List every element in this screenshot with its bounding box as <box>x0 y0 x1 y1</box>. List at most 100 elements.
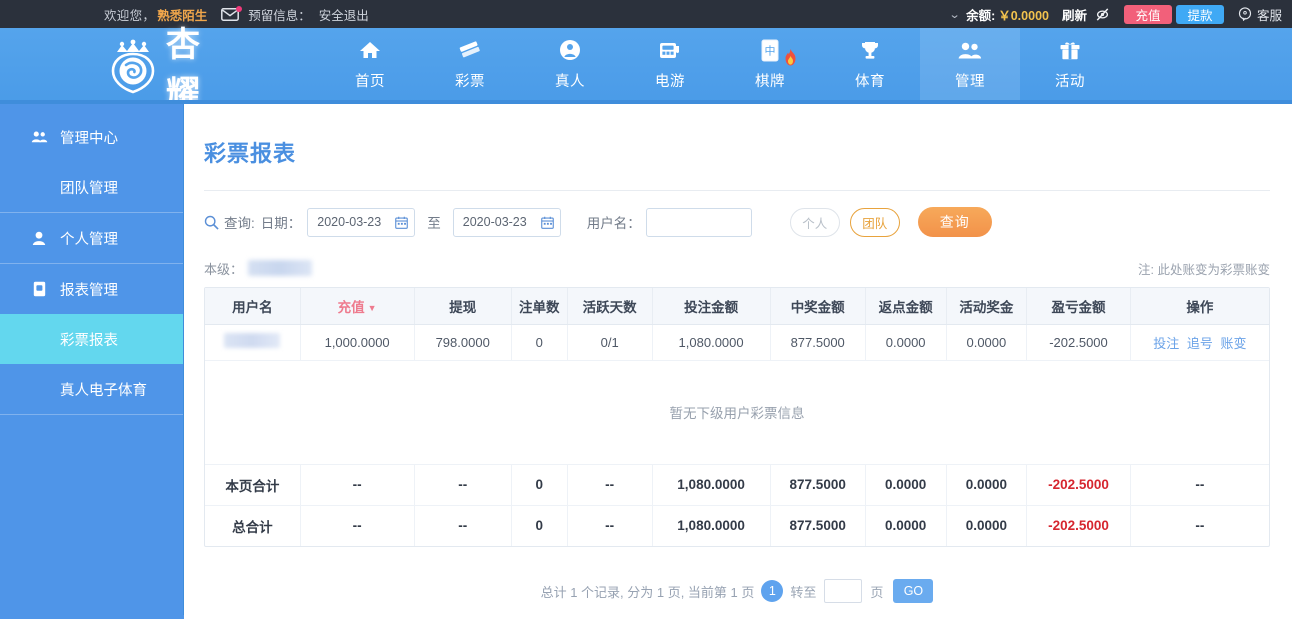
top-bar-left: 欢迎您， 熟悉陌生 预留信息： 安全退出 <box>104 5 369 24</box>
date-label: 日期： <box>260 216 302 231</box>
sum-total-bonus: 0.0000 <box>946 505 1028 546</box>
mail-icon[interactable] <box>221 5 243 21</box>
welcome-label: 欢迎您， <box>104 8 156 23</box>
sum-page-withdraw: -- <box>414 464 512 506</box>
cell-bet-count: 0 <box>511 324 568 361</box>
col-recharge[interactable]: 充值 ▼ <box>300 288 415 325</box>
op-bet-link[interactable]: 投注 <box>1153 336 1179 351</box>
refresh-button[interactable]: 刷新 <box>1062 5 1087 24</box>
customer-service-button[interactable]: 客服 <box>1238 5 1282 24</box>
chevron-down-icon[interactable]: ⌄ <box>948 8 960 21</box>
query-label: 查询: <box>224 216 255 231</box>
sum-page-bet-count: 0 <box>511 464 568 506</box>
customer-service-label: 客服 <box>1256 8 1282 23</box>
table-row: 1,000.0000 798.0000 0 0/1 1,080.0000 877… <box>205 324 1269 361</box>
cell-recharge: 1,000.0000 <box>300 324 415 361</box>
sum-page-win-amount: 877.5000 <box>770 464 866 506</box>
eye-off-icon[interactable] <box>1095 7 1110 22</box>
col-active-days[interactable]: 活跃天数 <box>567 288 653 325</box>
col-rebate[interactable]: 返点金额 <box>865 288 947 325</box>
logout-link[interactable]: 安全退出 <box>319 5 369 24</box>
op-account-change-link[interactable]: 账变 <box>1221 336 1247 351</box>
sum-total-win-amount: 877.5000 <box>770 505 866 546</box>
sum-total-recharge: -- <box>300 505 415 546</box>
pagination-jump-input[interactable] <box>824 579 863 603</box>
nav-item-promotions[interactable]: 活动 <box>1020 28 1120 104</box>
col-bet-count[interactable]: 注单数 <box>511 288 568 325</box>
recharge-button[interactable]: 充值 <box>1123 4 1172 24</box>
svg-text:中: 中 <box>765 44 776 57</box>
nav-item-live[interactable]: 真人 <box>520 28 620 104</box>
sum-total-rebate: 0.0000 <box>865 505 947 546</box>
date-to-value: 2020-03-23 <box>462 215 527 229</box>
col-bonus[interactable]: 活动奖金 <box>946 288 1028 325</box>
sum-total-bet-count: 0 <box>511 505 568 546</box>
cell-profit: -202.5000 <box>1026 324 1131 361</box>
query-button[interactable]: 查询 <box>917 207 992 237</box>
cell-username <box>205 324 301 361</box>
pagination-current-page[interactable]: 1 <box>761 580 784 602</box>
col-username[interactable]: 用户名 <box>205 288 301 325</box>
sidebar-group-report-management: 报表管理 彩票报表 真人电子体育 <box>0 264 183 415</box>
nav-label-egame: 电游 <box>655 74 685 90</box>
toggle-team-button[interactable]: 团队 <box>849 207 900 237</box>
col-bet-amount[interactable]: 投注金额 <box>652 288 771 325</box>
nav-label-lottery: 彩票 <box>455 74 485 90</box>
sum-page-rebate: 0.0000 <box>865 464 947 506</box>
report-icon <box>28 281 50 297</box>
cell-bet-amount: 1,080.0000 <box>652 324 771 361</box>
withdraw-button[interactable]: 提款 <box>1175 4 1224 24</box>
sidebar-item-report-management[interactable]: 报表管理 <box>0 264 183 314</box>
nav-item-home[interactable]: 首页 <box>320 28 420 104</box>
nav-item-egame[interactable]: 电游 <box>620 28 720 104</box>
sum-page-bet-amount: 1,080.0000 <box>652 464 771 506</box>
cell-operations: 投注 追号 账变 <box>1130 324 1269 361</box>
level-value-masked <box>248 260 313 276</box>
nav-item-chess[interactable]: 中 棋牌 <box>720 28 820 104</box>
nav-item-sports[interactable]: 体育 <box>820 28 920 104</box>
nav-label-promotions: 活动 <box>1055 74 1085 90</box>
col-operations: 操作 <box>1130 288 1269 325</box>
date-from-input[interactable]: 2020-03-23 <box>307 207 416 237</box>
sum-label-page: 本页合计 <box>205 464 301 506</box>
sidebar-item-lottery-report[interactable]: 彩票报表 <box>0 314 183 364</box>
crown-lion-logo-icon <box>102 35 164 97</box>
pagination-go-button[interactable]: GO <box>893 579 934 603</box>
search-icon <box>204 215 219 230</box>
sidebar-group-personal-management: 个人管理 <box>0 213 183 264</box>
col-recharge-label: 充值 <box>337 299 365 315</box>
op-chase-link[interactable]: 追号 <box>1187 336 1213 351</box>
brand-logo[interactable]: 杏耀 <box>0 25 200 114</box>
pagination-unit-label: 页 <box>870 584 884 600</box>
pagination-jump-label: 转至 <box>790 584 817 600</box>
sum-total-profit: -202.5000 <box>1026 505 1131 546</box>
sum-page-active-days: -- <box>567 464 653 506</box>
col-win-amount[interactable]: 中奖金额 <box>770 288 866 325</box>
nav-item-lottery[interactable]: 彩票 <box>420 28 520 104</box>
users-icon <box>957 37 983 63</box>
level-row: 本级： 注: 此处账变为彩票账变 <box>204 253 1270 283</box>
sidebar-item-team-management[interactable]: 团队管理 <box>0 162 183 212</box>
report-table-wrapper: 用户名 充值 ▼ 提现 注单数 活跃天数 投注金额 中奖金额 返点金额 活动奖金 … <box>204 287 1270 547</box>
sidebar-group-management-center: 管理中心 团队管理 <box>0 112 183 213</box>
sidebar-item-management-center[interactable]: 管理中心 <box>0 112 183 162</box>
nav-item-management[interactable]: 管理 <box>920 28 1020 104</box>
sidebar-label-live-egame-sports: 真人电子体育 <box>60 382 147 399</box>
date-to-input[interactable]: 2020-03-23 <box>452 207 561 237</box>
reserved-info-label: 预留信息： <box>248 8 311 23</box>
nav-items: 首页 彩票 真人 电游 中 棋牌 体育 管理 活动 <box>320 28 1120 104</box>
sidebar-item-personal-management[interactable]: 个人管理 <box>0 213 183 263</box>
sidebar-label-lottery-report: 彩票报表 <box>60 332 118 349</box>
filter-bar: 查询: 日期： 2020-03-23 至 2020-03-23 用户名： 个人 … <box>204 191 1270 253</box>
sum-page-ops: -- <box>1130 464 1269 506</box>
sidebar-item-live-egame-sports[interactable]: 真人电子体育 <box>0 364 183 414</box>
page-summary-row: 本页合计 -- -- 0 -- 1,080.0000 877.5000 0.00… <box>205 464 1269 506</box>
page-body: 管理中心 团队管理 个人管理 报表管理 彩票报表 真人电子体育 彩票报表 查询:… <box>0 104 1292 619</box>
sum-page-recharge: -- <box>300 464 415 506</box>
toggle-personal-button[interactable]: 个人 <box>789 207 840 237</box>
main-nav-bar: 杏耀 首页 彩票 真人 电游 中 棋牌 体育 管理 活动 <box>0 25 1292 114</box>
username-input[interactable] <box>645 207 752 237</box>
sidebar-label-report-management: 报表管理 <box>60 282 118 299</box>
col-profit[interactable]: 盈亏金额 <box>1026 288 1131 325</box>
col-withdraw[interactable]: 提现 <box>414 288 512 325</box>
